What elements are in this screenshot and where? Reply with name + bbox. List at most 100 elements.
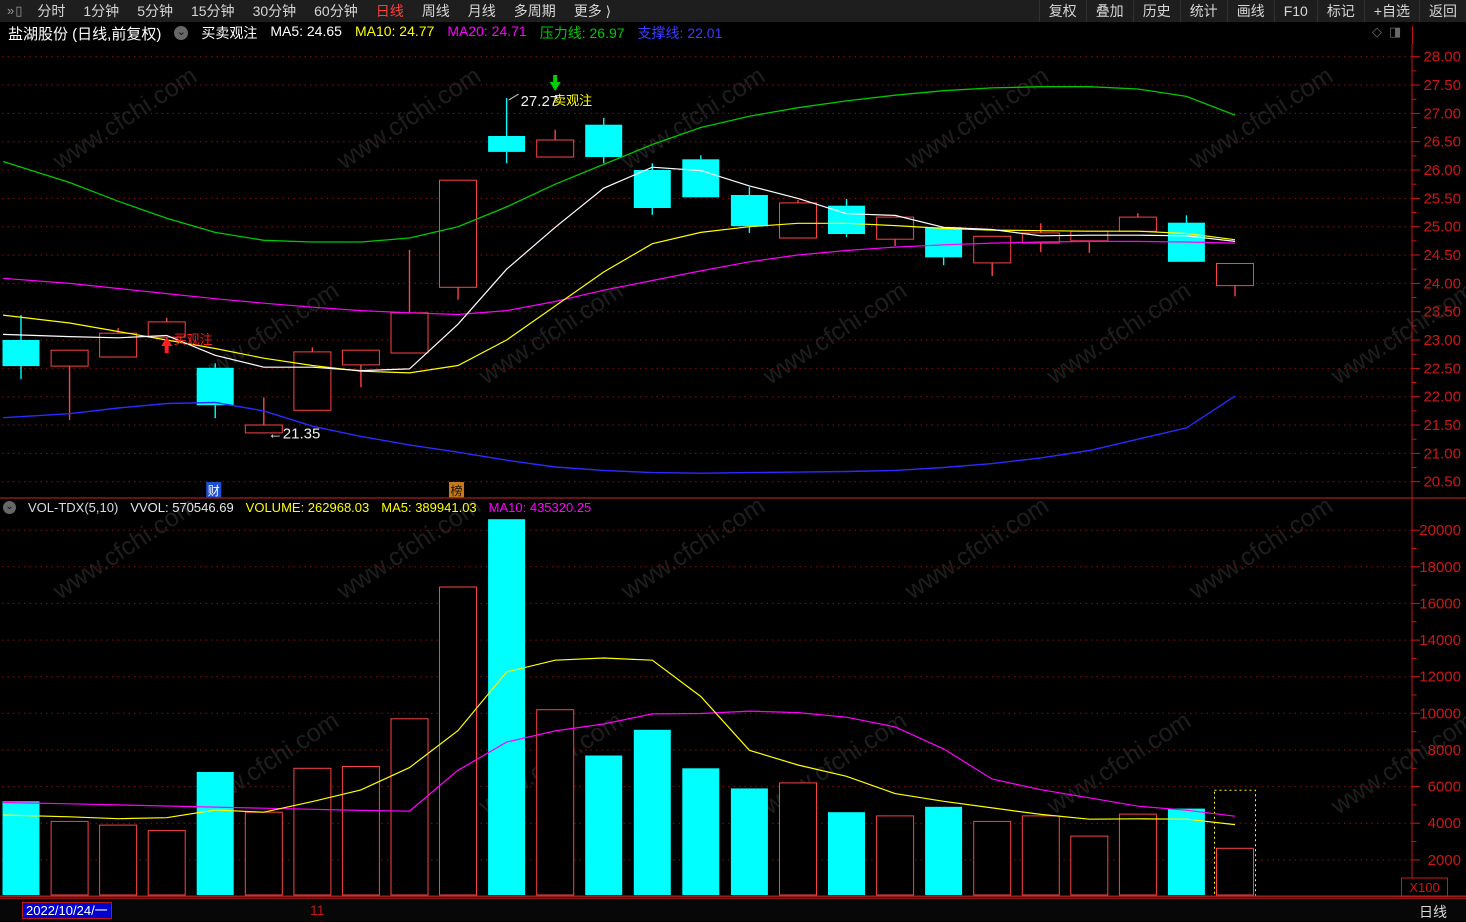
volume-bar-14[interactable]	[633, 729, 671, 895]
price-axis-label: 23.50	[1423, 304, 1461, 321]
diamond-icon[interactable]: ◇	[1372, 24, 1382, 40]
price-axis-label: 23.00	[1423, 332, 1461, 349]
price-axis-label: 27.00	[1423, 105, 1461, 122]
volume-bar-13[interactable]	[585, 755, 623, 896]
volume-bar-16[interactable]	[730, 788, 768, 895]
sell-arrow-icon	[549, 75, 561, 91]
volume-axis-label: 16000	[1419, 595, 1461, 612]
first-date-box: 2022/10/24/一	[22, 902, 112, 919]
candle-24[interactable]	[1118, 213, 1157, 232]
menu-item-统计[interactable]: 统计	[1179, 0, 1227, 22]
volume-axis-label: 20000	[1419, 522, 1461, 539]
price-axis-label: 25.00	[1423, 219, 1461, 236]
candle-13[interactable]	[585, 117, 623, 164]
volume-bar-3[interactable]	[99, 824, 138, 896]
tools-menu: 复权 叠加 历史 统计 画线 F10 标记 +自选 返回	[1038, 0, 1466, 22]
volume-bar-20[interactable]	[925, 806, 963, 895]
volume-bar-8[interactable]	[341, 766, 380, 896]
menu-item-历史[interactable]: 历史	[1132, 0, 1180, 22]
indicator-dropdown-icon[interactable]: ⌄	[174, 26, 189, 40]
candle-9[interactable]	[390, 249, 429, 354]
volume-bar-5[interactable]	[196, 772, 234, 895]
price-axis-label: 24.50	[1423, 247, 1461, 264]
menu-item-+自选[interactable]: +自选	[1363, 0, 1419, 22]
menu-item-标记[interactable]: 标记	[1316, 0, 1364, 22]
volume-bar-23[interactable]	[1070, 835, 1109, 896]
price-axis-label: 21.00	[1423, 445, 1461, 462]
volume-bar-26[interactable]	[1216, 847, 1254, 896]
menu-item-周线[interactable]: 周线	[413, 0, 459, 22]
volume-bar-6[interactable]	[244, 811, 283, 896]
volume-bar-15[interactable]	[682, 768, 720, 895]
candle-2[interactable]	[50, 349, 89, 420]
candle-10[interactable]	[439, 179, 477, 300]
menu-item-更多 ⟩[interactable]: 更多 ⟩	[565, 0, 620, 22]
menu-item-分时[interactable]: 分时	[28, 0, 74, 22]
watermark: www.cfchi.com	[1183, 62, 1338, 176]
collapse-panel-icon[interactable]: »▯	[0, 3, 28, 19]
watermark: www.cfchi.com	[331, 62, 486, 176]
volume-bar-11[interactable]	[488, 519, 526, 895]
chart-canvas[interactable]: www.cfchi.com www.cfchi.com www.cfchi.com w…	[0, 44, 1466, 899]
watermark: www.cfchi.com	[47, 492, 202, 606]
split-panel-icon[interactable]: ◨	[1389, 24, 1401, 40]
watermark: www.cfchi.com	[473, 277, 628, 391]
ma-stat: MA5: 24.65	[270, 23, 342, 39]
volume-bar-19[interactable]	[876, 815, 915, 896]
volume-unit-label: X100	[1409, 880, 1439, 895]
menu-item-叠加[interactable]: 叠加	[1085, 0, 1133, 22]
volume-bar-17[interactable]	[779, 782, 817, 896]
period-menu: 分时 1分钟 5分钟 15分钟 30分钟 60分钟 日线 周线 月线 多周期 更多 ⟩	[28, 0, 620, 22]
volume-bar-22[interactable]	[1021, 815, 1060, 896]
watermark: www.cfchi.com	[899, 62, 1054, 176]
candle-3[interactable]	[99, 328, 138, 358]
date-axis-bar: 2022/10/24/一 11 日线	[0, 898, 1466, 921]
price-axis: 20.50 21.00 21.50 22.00 22.50 23.00 23.50 24.00…	[0, 44, 1466, 898]
price-axis-label: 21.50	[1423, 417, 1461, 434]
candle-18[interactable]	[828, 198, 865, 237]
volume-bar-12[interactable]	[536, 709, 575, 896]
candle-11[interactable]	[488, 98, 526, 164]
candle-15[interactable]	[682, 155, 720, 198]
volume-bar-7[interactable]	[293, 767, 332, 896]
volume-bar-2[interactable]	[50, 820, 89, 896]
candle-20[interactable]	[925, 227, 963, 266]
candle-7[interactable]	[293, 347, 332, 411]
ma-stats: MA5: 24.65 MA10: 24.77 MA20: 24.71 压力线: 26.…	[270, 23, 722, 43]
candle-14[interactable]	[633, 163, 671, 215]
menu-item-返回[interactable]: 返回	[1419, 0, 1466, 22]
menu-item-多周期[interactable]: 多周期	[505, 0, 565, 22]
volume-bar-4[interactable]	[147, 830, 186, 896]
menu-item-30分钟[interactable]: 30分钟	[244, 0, 306, 22]
candle-17[interactable]	[779, 200, 817, 239]
price-axis-label: 25.50	[1423, 190, 1461, 207]
menu-item-画线[interactable]: 画线	[1226, 0, 1274, 22]
volume-axis-label: 10000	[1419, 705, 1461, 722]
candle-1[interactable]	[2, 315, 40, 380]
menu-item-日线[interactable]: 日线	[367, 0, 413, 22]
volume-axis-label: 14000	[1419, 632, 1461, 649]
event-marker-label: 榜	[451, 483, 463, 498]
candle-22[interactable]	[1021, 223, 1060, 253]
candle-8[interactable]	[341, 349, 380, 388]
candle-5[interactable]	[196, 363, 234, 419]
volume-bar-9[interactable]	[390, 718, 429, 896]
volume-bar-21[interactable]	[973, 820, 1012, 896]
price-axis-label: 24.00	[1423, 275, 1461, 292]
menu-item-1分钟[interactable]: 1分钟	[74, 0, 128, 22]
menu-item-F10[interactable]: F10	[1273, 0, 1317, 22]
axis-line	[1412, 26, 1413, 44]
volume-bar-18[interactable]	[828, 812, 865, 895]
menu-item-60分钟[interactable]: 60分钟	[305, 0, 367, 22]
candle-12[interactable]	[536, 129, 575, 158]
menu-item-月线[interactable]: 月线	[459, 0, 505, 22]
candle-19[interactable]	[876, 216, 915, 246]
candle-25[interactable]	[1167, 215, 1205, 262]
menu-item-5分钟[interactable]: 5分钟	[128, 0, 182, 22]
menu-item-15分钟[interactable]: 15分钟	[182, 0, 244, 22]
candle-26[interactable]	[1216, 263, 1254, 297]
volume-bar-25[interactable]	[1167, 808, 1205, 895]
volume-bar-24[interactable]	[1118, 813, 1157, 896]
volume-axis-label: 12000	[1419, 669, 1461, 686]
menu-item-复权[interactable]: 复权	[1038, 0, 1086, 22]
